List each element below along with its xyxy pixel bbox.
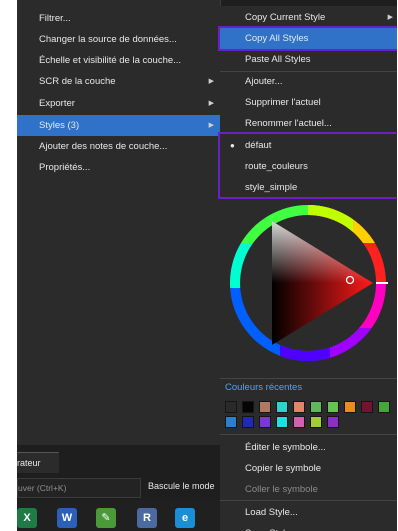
submenu-arrow-icon: ▶ — [387, 14, 393, 21]
menu-item-export[interactable]: Exporter ▶ — [17, 93, 220, 114]
save-style-item[interactable]: Save Style... — [220, 523, 397, 531]
word-icon[interactable]: W — [57, 508, 77, 528]
menu-item-label: Copier le symbole — [245, 463, 322, 474]
recent-color-swatch[interactable] — [242, 401, 254, 413]
rename-style-item[interactable]: Renommer l'actuel... — [220, 113, 397, 134]
style-item-style-simple[interactable]: style_simple — [220, 177, 397, 198]
menu-separator — [220, 378, 397, 379]
submenu-arrow-icon: ▶ — [208, 100, 214, 107]
menu-item-properties[interactable]: Propriétés... — [17, 157, 220, 178]
tab-explorer[interactable]: rateur — [17, 452, 59, 473]
menu-item-label: route_couleurs — [245, 161, 308, 172]
paste-all-styles-item[interactable]: Paste All Styles — [220, 49, 397, 70]
excel-icon[interactable]: X — [17, 508, 37, 528]
menu-separator — [220, 500, 397, 501]
style-item-route-couleurs[interactable]: route_couleurs — [220, 156, 397, 177]
menu-item-label: défaut — [245, 140, 272, 151]
menu-item-label: Renommer l'actuel... — [245, 118, 332, 129]
recent-color-swatch[interactable] — [225, 416, 237, 428]
menu-item-label: Propriétés... — [39, 162, 91, 173]
menu-item-label: Copy All Styles — [245, 33, 309, 44]
edit-symbol-item[interactable]: Éditer le symbole... — [220, 437, 397, 458]
recent-color-swatch[interactable] — [327, 401, 339, 413]
menu-item-scale-visibility[interactable]: Échelle et visibilité de la couche... — [17, 50, 220, 71]
recent-color-swatch[interactable] — [344, 401, 356, 413]
layer-context-menu: Filtrer... Changer la source de données.… — [17, 0, 221, 445]
menu-item-label: Changer la source de données... — [39, 34, 177, 45]
recent-color-swatch[interactable] — [259, 416, 271, 428]
menu-item-label: Supprimer l'actuel — [245, 97, 321, 108]
submenu-arrow-icon: ▶ — [208, 122, 214, 129]
menu-item-label: style_simple — [245, 182, 298, 193]
color-wheel-icon[interactable] — [220, 203, 397, 363]
color-wheel-widget[interactable] — [220, 203, 397, 363]
recent-color-swatch[interactable] — [361, 401, 373, 413]
recent-color-swatch[interactable] — [327, 416, 339, 428]
menu-item-styles[interactable]: Styles (3) ▶ — [17, 115, 220, 136]
styles-submenu: Copy Current Style ▶ Copy All Styles Past… — [218, 6, 397, 531]
menu-item-change-source[interactable]: Changer la source de données... — [17, 29, 220, 50]
recent-color-swatch[interactable] — [276, 401, 288, 413]
menu-item-label: Filtrer... — [39, 13, 71, 24]
submenu-arrow-icon: ▶ — [208, 78, 214, 85]
style-item-default[interactable]: ● défaut — [220, 135, 397, 156]
recent-color-swatch[interactable] — [310, 401, 322, 413]
menu-item-label: Exporter — [39, 98, 75, 109]
menu-item-layer-crs[interactable]: SCR de la couche ▶ — [17, 71, 220, 92]
copy-all-styles-item[interactable]: Copy All Styles — [220, 28, 397, 49]
recent-colors-label: Couleurs récentes — [225, 382, 303, 393]
menu-item-layer-notes[interactable]: Ajouter des notes de couche... — [17, 136, 220, 157]
remove-style-item[interactable]: Supprimer l'actuel — [220, 92, 397, 113]
edge-icon[interactable]: e — [175, 508, 195, 528]
recent-color-swatch[interactable] — [276, 416, 288, 428]
menu-item-label: Load Style... — [245, 507, 298, 518]
r-icon[interactable]: R — [137, 508, 157, 528]
menu-item-label: Ajouter des notes de couche... — [39, 141, 168, 152]
recent-color-swatch[interactable] — [378, 401, 390, 413]
menu-item-label: SCR de la couche — [39, 76, 116, 87]
menu-item-label: Paste All Styles — [245, 54, 311, 65]
copy-symbol-item[interactable]: Copier le symbole — [220, 458, 397, 479]
menu-separator — [220, 434, 397, 435]
toggle-mode-label[interactable]: Bascule le mode — [148, 481, 215, 491]
menu-item-label: Save Style... — [245, 523, 298, 531]
menu-item-label: Éditer le symbole... — [245, 442, 326, 453]
add-style-item[interactable]: Ajouter... — [220, 71, 397, 92]
menu-item-filter[interactable]: Filtrer... — [17, 8, 220, 29]
recent-color-swatch[interactable] — [293, 401, 305, 413]
qgis-window: Filtrer... Changer la source de données.… — [17, 0, 397, 531]
recent-color-swatch[interactable] — [259, 401, 271, 413]
recent-color-swatch[interactable] — [242, 416, 254, 428]
recent-color-swatch[interactable] — [310, 416, 322, 428]
active-style-bullet-icon: ● — [230, 141, 235, 150]
recent-color-swatch[interactable] — [225, 401, 237, 413]
notepad-icon[interactable]: ✎ — [96, 508, 116, 528]
taskbar: X W ✎ R e — [17, 500, 220, 531]
recent-color-swatch[interactable] — [293, 416, 305, 428]
menu-item-label: Copy Current Style — [245, 12, 326, 23]
load-style-item[interactable]: Load Style... — [220, 502, 397, 523]
paste-symbol-item: Coller le symbole — [220, 479, 397, 500]
menu-item-label: Échelle et visibilité de la couche... — [39, 55, 182, 66]
locator-search-input[interactable]: uver (Ctrl+K) — [17, 478, 141, 498]
menu-item-label: Coller le symbole — [245, 484, 318, 495]
menu-item-label: Styles (3) — [39, 120, 80, 131]
menu-item-label: Ajouter... — [245, 76, 283, 87]
copy-current-style-item[interactable]: Copy Current Style ▶ — [220, 7, 397, 28]
